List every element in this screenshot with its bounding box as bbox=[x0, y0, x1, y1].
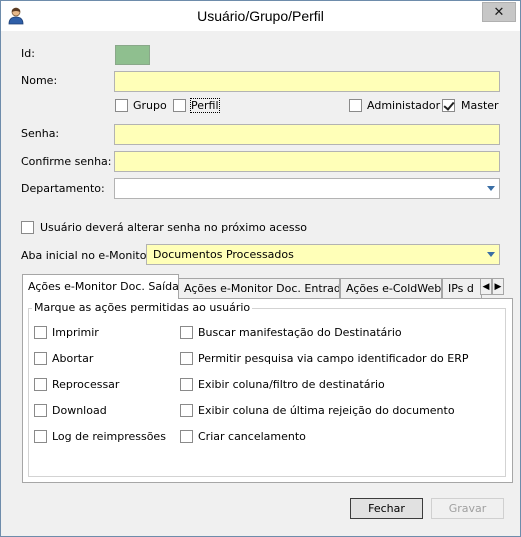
master-checkbox[interactable] bbox=[442, 99, 455, 112]
permission-label: Reprocessar bbox=[52, 378, 120, 391]
permission-checkbox[interactable] bbox=[34, 378, 47, 391]
alterar-senha-label[interactable]: Usuário deverá alterar senha no próximo … bbox=[40, 221, 307, 234]
tab-acoes-saida[interactable]: Ações e-Monitor Doc. Saída bbox=[22, 274, 179, 299]
permissions-group-title: Marque as ações permitidas ao usuário bbox=[32, 301, 253, 314]
aba-inicial-value: Documentos Processados bbox=[153, 248, 294, 261]
permission-label: Abortar bbox=[52, 352, 94, 365]
tab-acoes-coldweb[interactable]: Ações e-ColdWeb bbox=[340, 278, 442, 298]
tab-scroll-right-icon[interactable]: ▶ bbox=[492, 278, 504, 295]
permission-label: Permitir pesquisa via campo identificado… bbox=[198, 352, 469, 365]
close-icon: ✕ bbox=[493, 4, 505, 20]
permission-label: Download bbox=[52, 404, 107, 417]
chevron-down-icon bbox=[487, 252, 495, 257]
tab-scroll-left-icon[interactable]: ◀ bbox=[480, 278, 492, 295]
permission-checkbox[interactable] bbox=[180, 430, 193, 443]
departamento-select[interactable] bbox=[114, 178, 500, 199]
permission-label: Exibir coluna/filtro de destinatário bbox=[198, 378, 385, 391]
fechar-button[interactable]: Fechar bbox=[350, 498, 423, 519]
chevron-down-icon bbox=[487, 186, 495, 191]
administrador-checkbox[interactable] bbox=[349, 99, 362, 112]
perfil-checkbox[interactable] bbox=[173, 99, 186, 112]
alterar-senha-checkbox[interactable] bbox=[21, 221, 34, 234]
permission-checkbox[interactable] bbox=[180, 378, 193, 391]
permission-label: Buscar manifestação do Destinatário bbox=[198, 326, 402, 339]
permission-label: Criar cancelamento bbox=[198, 430, 306, 443]
window-title: Usuário/Grupo/Perfil bbox=[197, 8, 324, 24]
permission-checkbox[interactable] bbox=[34, 430, 47, 443]
permission-checkbox[interactable] bbox=[180, 326, 193, 339]
gravar-button[interactable]: Gravar bbox=[431, 498, 504, 519]
nome-label: Nome: bbox=[21, 74, 58, 87]
user-group-profile-window: Usuário/Grupo/Perfil ✕ Id: Nome: Grupo P… bbox=[0, 0, 521, 537]
id-label: Id: bbox=[21, 47, 35, 60]
perfil-label[interactable]: Perfil bbox=[190, 98, 220, 113]
permissions-group: Marque as ações permitidas ao usuário Im… bbox=[28, 301, 506, 477]
permission-checkbox[interactable] bbox=[34, 326, 47, 339]
permission-checkbox[interactable] bbox=[34, 352, 47, 365]
id-field bbox=[115, 45, 150, 65]
departamento-label: Departamento: bbox=[21, 182, 105, 195]
master-label[interactable]: Master bbox=[461, 99, 499, 112]
title-bar: Usuário/Grupo/Perfil ✕ bbox=[1, 1, 520, 31]
senha-label: Senha: bbox=[21, 127, 60, 140]
grupo-checkbox[interactable] bbox=[115, 99, 128, 112]
grupo-label[interactable]: Grupo bbox=[133, 99, 167, 112]
permission-label: Exibir coluna de última rejeição do docu… bbox=[198, 404, 455, 417]
tab-strip: Ações e-Monitor Doc. Saída Ações e-Monit… bbox=[22, 274, 504, 299]
aba-inicial-select[interactable]: Documentos Processados bbox=[146, 244, 500, 265]
senha-input[interactable] bbox=[114, 124, 500, 145]
permission-checkbox[interactable] bbox=[180, 352, 193, 365]
close-button[interactable]: ✕ bbox=[482, 2, 516, 22]
tab-acoes-entrada[interactable]: Ações e-Monitor Doc. Entrada bbox=[178, 278, 340, 298]
aba-inicial-label: Aba inicial no e-Monitor: bbox=[21, 249, 155, 262]
confirme-senha-label: Confirme senha: bbox=[21, 155, 112, 168]
permission-checkbox[interactable] bbox=[180, 404, 193, 417]
tab-ips[interactable]: IPs d bbox=[442, 278, 482, 298]
permission-checkbox[interactable] bbox=[34, 404, 47, 417]
permission-label: Imprimir bbox=[52, 326, 99, 339]
nome-input[interactable] bbox=[114, 71, 500, 92]
administrador-label[interactable]: Administador bbox=[367, 99, 440, 112]
tab-panel: Marque as ações permitidas ao usuário Im… bbox=[22, 298, 513, 483]
confirme-senha-input[interactable] bbox=[114, 151, 500, 172]
permission-label: Log de reimpressões bbox=[52, 430, 166, 443]
